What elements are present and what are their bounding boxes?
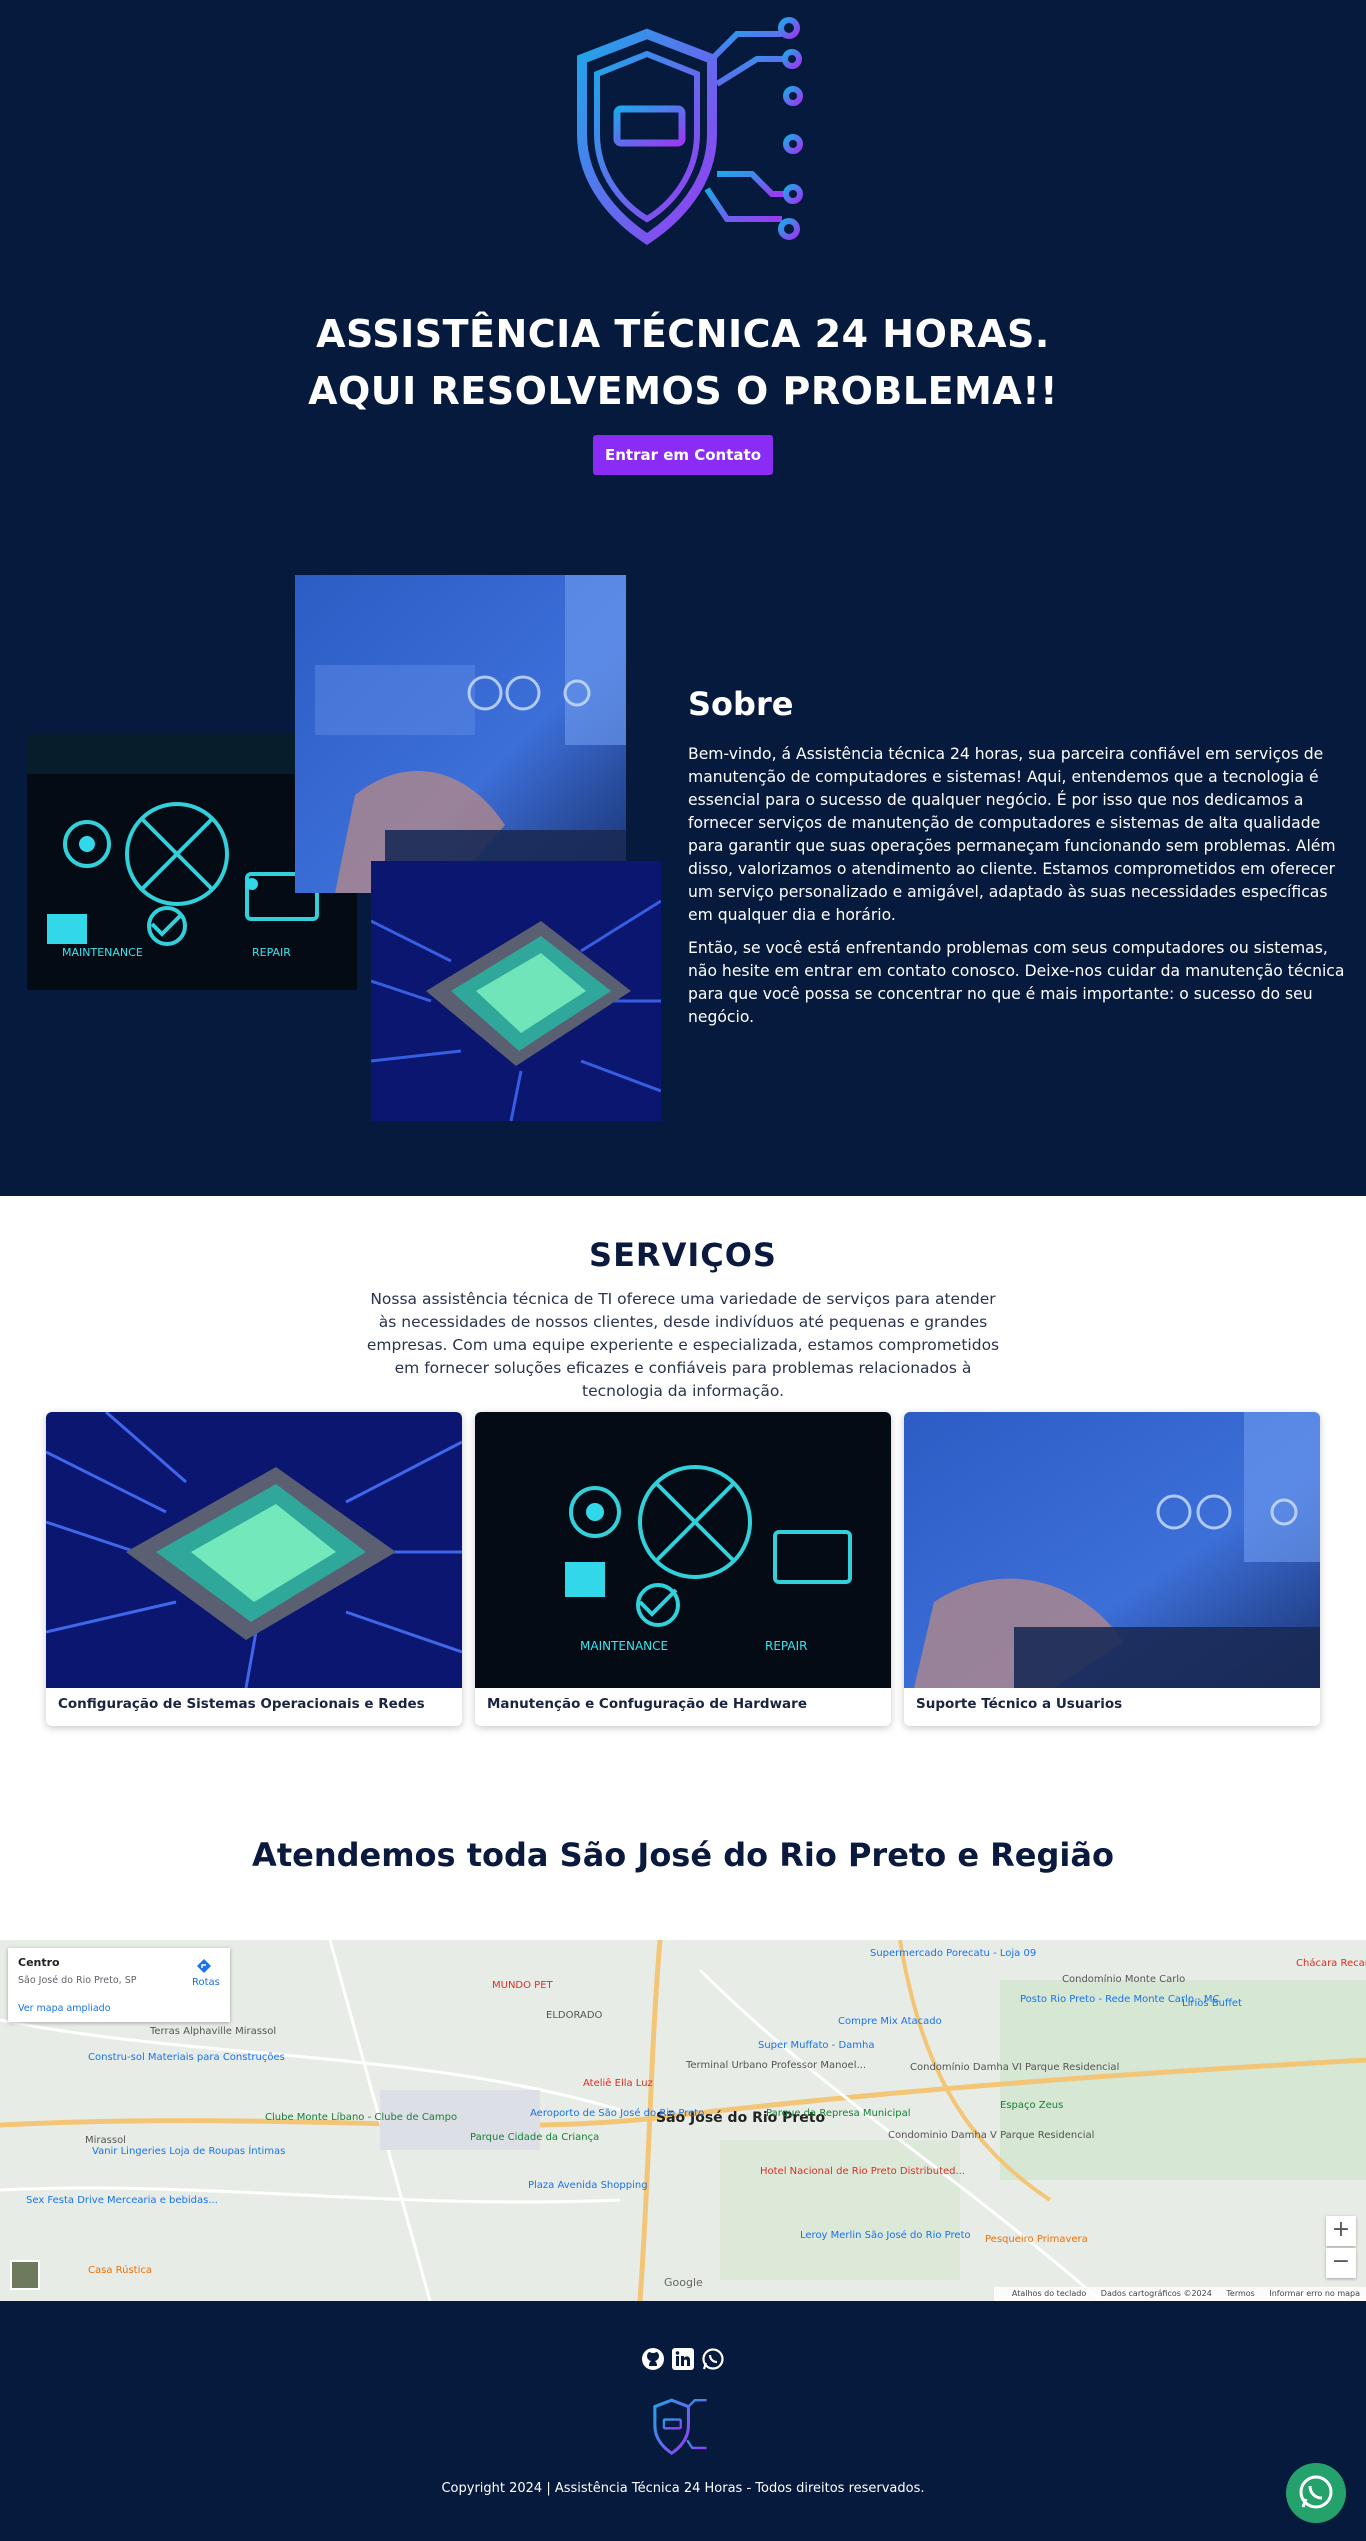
map-label-atelie[interactable]: Ateliê Ella Luz (583, 2078, 653, 2089)
map-data-text: Dados cartográficos ©2024 (1100, 2289, 1212, 2298)
map-label-monte-carlo[interactable]: Condomínio Monte Carlo (1062, 1974, 1185, 1985)
map-place-name: Centro (18, 1956, 60, 1969)
map-label-pesqueiro[interactable]: Pesqueiro Primavera (985, 2234, 1088, 2245)
map-info-card: Centro São José do Rio Preto, SP Ver map… (8, 1948, 230, 2022)
contact-button[interactable]: Entrar em Contato (593, 435, 773, 475)
map-label-damha-v[interactable]: Condominio Damha V Parque Residencial (888, 2130, 1094, 2141)
map-label-damha-vi[interactable]: Condomínio Damha VI Parque Residencial (910, 2062, 1119, 2073)
svg-text:REPAIR: REPAIR (765, 1639, 807, 1653)
routes-button[interactable]: Rotas (192, 1958, 220, 1988)
map-place-address: São José do Rio Preto, SP (18, 1975, 137, 1986)
map-report-link[interactable]: Informar erro no mapa (1269, 2289, 1360, 2298)
service-card-systems[interactable]: Configuração de Sistemas Operacionais e … (46, 1412, 462, 1726)
map-label-aeroporto[interactable]: Aeroporto de São José do Rio Preto (530, 2108, 704, 2119)
shield-circuit-logo (567, 14, 807, 254)
satellite-toggle[interactable] (10, 2260, 40, 2290)
cpu-chip-image (46, 1412, 462, 1688)
footer: Copyright 2024 | Assistência Técnica 24 … (0, 2301, 1366, 2541)
github-icon[interactable] (641, 2347, 665, 2371)
map-label-mundo-pet[interactable]: MUNDO PET (492, 1980, 553, 1991)
map-label-sexfesta[interactable]: Sex Festa Drive Mercearia e bebidas... (26, 2195, 218, 2206)
whatsapp-icon[interactable] (701, 2347, 725, 2371)
hands-keyboard-image (295, 575, 626, 893)
map-label-super-muffato[interactable]: Super Muffato - Damha (758, 2040, 875, 2051)
cpu-chip-image (371, 861, 661, 1121)
routes-label: Rotas (192, 1977, 220, 1988)
hero-title-line2: AQUI RESOLVEMOS O PROBLEMA!! (308, 369, 1058, 413)
service-card-support[interactable]: Suporte Técnico a Usuarios (904, 1412, 1320, 1726)
map-label-chacara[interactable]: Chácara Recanto dos Amigos (1296, 1958, 1366, 1969)
map-label-mirassol: Mirassol (85, 2135, 126, 2146)
map-shortcuts-link[interactable]: Atalhos do teclado (1012, 2289, 1086, 2298)
google-map[interactable]: São José do Rio Preto ELDORADO Mirassol … (0, 1940, 1366, 2301)
footer-logo (650, 2395, 714, 2457)
map-label-terras[interactable]: Terras Alphaville Mirassol (150, 2026, 276, 2037)
about-paragraph-2: Então, se você está enfrentando problema… (688, 939, 1345, 1026)
linkedin-icon[interactable] (671, 2347, 695, 2371)
services-section: SERVIÇOS Nossa assistência técnica de TI… (0, 1196, 1366, 1776)
map-label-espaco-zeus[interactable]: Espaço Zeus (1000, 2100, 1063, 2111)
map-label-represa[interactable]: Parque da Represa Municipal (766, 2108, 911, 2119)
services-title: SERVIÇOS (589, 1236, 777, 1274)
map-label-casa-rustica[interactable]: Casa Rústica (88, 2265, 152, 2276)
map-footer: Atalhos do teclado Dados cartográficos ©… (993, 2287, 1366, 2301)
map-label-parque-cidade[interactable]: Parque Cidade da Criança (470, 2132, 599, 2143)
hero-title-line1: ASSISTÊNCIA TÉCNICA 24 HORAS. (316, 312, 1050, 356)
service-card-label: Manutenção e Confuguração de Hardware (487, 1696, 807, 1712)
map-terms-link[interactable]: Termos (1226, 2289, 1254, 2298)
hero-section: ASSISTÊNCIA TÉCNICA 24 HORAS. AQUI RESOL… (0, 0, 1366, 1196)
map-label-eldorado: ELDORADO (546, 2010, 603, 2021)
copyright-text: Copyright 2024 | Assistência Técnica 24 … (441, 2481, 925, 2496)
map-label-construsol[interactable]: Constru-sol Materiais para Construções (88, 2052, 285, 2063)
zoom-in-button[interactable]: + (1326, 2216, 1356, 2246)
whatsapp-icon (1299, 2475, 1333, 2509)
svg-text:MAINTENANCE: MAINTENANCE (62, 946, 143, 959)
svg-text:REPAIR: REPAIR (252, 946, 291, 959)
map-label-lirios[interactable]: Lírios Buffet (1182, 1998, 1242, 2009)
hero-title: ASSISTÊNCIA TÉCNICA 24 HORAS. AQUI RESOL… (0, 306, 1366, 420)
service-card-hardware[interactable]: MAINTENANCE REPAIR Manutenção e Confugur… (475, 1412, 891, 1726)
about-title: Sobre (688, 685, 794, 723)
map-label-compre-mix[interactable]: Compre Mix Atacado (838, 2016, 942, 2027)
whatsapp-float-button[interactable] (1286, 2463, 1346, 2523)
map-label-terminal[interactable]: Terminal Urbano Professor Manoel... (686, 2060, 866, 2071)
zoom-out-button[interactable]: − (1326, 2248, 1356, 2278)
services-description: Nossa assistência técnica de TI oferece … (366, 1290, 1000, 1400)
service-card-label: Suporte Técnico a Usuarios (916, 1696, 1123, 1712)
larger-map-link[interactable]: Ver mapa ampliado (18, 2003, 111, 2014)
directions-icon (197, 1959, 211, 1973)
region-title: Atendemos toda São José do Rio Preto e R… (252, 1836, 1114, 1874)
map-label-hotel[interactable]: Hotel Nacional de Rio Preto Distributed.… (760, 2166, 965, 2177)
map-label-plaza[interactable]: Plaza Avenida Shopping (528, 2180, 648, 2191)
hands-keyboard-image (904, 1412, 1320, 1688)
maintenance-image: MAINTENANCE REPAIR (475, 1412, 891, 1688)
about-paragraph-1: Bem-vindo, á Assistência técnica 24 hora… (688, 745, 1336, 924)
google-logo: Google (664, 2276, 703, 2289)
service-card-label: Configuração de Sistemas Operacionais e … (58, 1696, 425, 1712)
about-text: Bem-vindo, á Assistência técnica 24 hora… (688, 743, 1348, 1039)
region-section: Atendemos toda São José do Rio Preto e R… (0, 1776, 1366, 1940)
map-label-vanir[interactable]: Vanir Lingeries Loja de Roupas Íntimas (92, 2146, 285, 2157)
svg-text:MAINTENANCE: MAINTENANCE (580, 1639, 668, 1653)
map-label-clube[interactable]: Clube Monte Líbano - Clube de Campo (265, 2112, 457, 2123)
social-links (640, 2347, 726, 2373)
map-label-leroy[interactable]: Leroy Merlin São José do Rio Preto (800, 2230, 971, 2241)
map-label-supermercado[interactable]: Supermercado Porecatu - Loja 09 (870, 1948, 1036, 1959)
